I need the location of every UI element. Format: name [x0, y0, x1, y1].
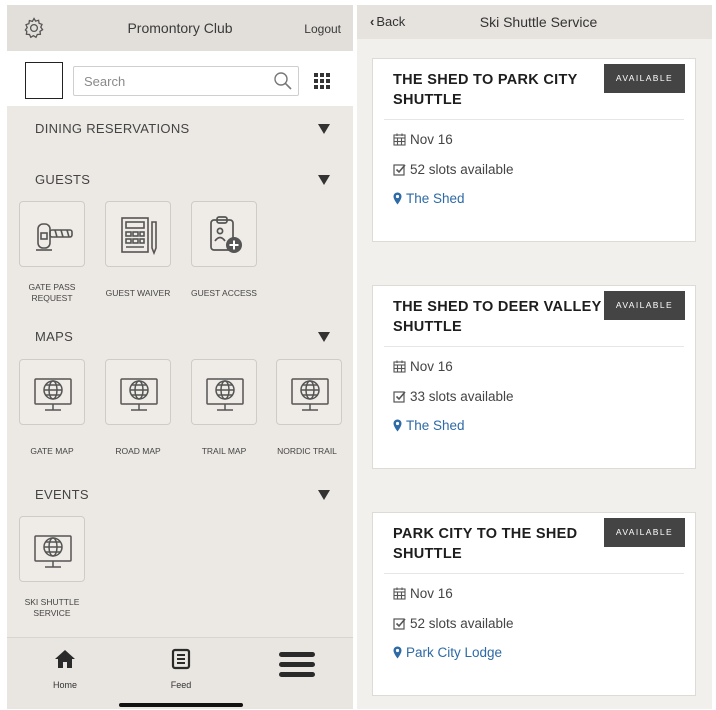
tab-feed[interactable]: Feed: [151, 646, 211, 694]
section-dining-reservations[interactable]: DINING RESERVATIONS: [7, 117, 353, 141]
section-events[interactable]: EVENTS: [7, 483, 353, 507]
map-marker-icon: [393, 192, 402, 205]
slots-text: 52 slots available: [410, 616, 514, 631]
map-marker-icon: [393, 419, 402, 432]
tile-label: GATE MAP: [30, 446, 74, 456]
section-label: DINING RESERVATIONS: [35, 121, 190, 136]
shuttle-card[interactable]: THE SHED TO PARK CITY SHUTTLE AVAILABLE …: [372, 58, 696, 242]
slots-row: 33 slots available: [393, 389, 514, 405]
club-home-screen: Promontory Club Logout DINING RESERVATIO…: [7, 5, 353, 709]
grid-menu-icon[interactable]: [314, 73, 330, 89]
nordic-trail-tile[interactable]: [276, 359, 342, 425]
ski-shuttle-screen: ‹ Back Ski Shuttle Service THE SHED TO PA…: [357, 5, 712, 709]
search-bar: [7, 51, 353, 106]
tab-label: Feed: [170, 680, 192, 690]
trail-map-tile[interactable]: [191, 359, 257, 425]
status-badge: AVAILABLE: [604, 518, 685, 547]
globe-monitor-icon: [34, 378, 72, 411]
location-link[interactable]: Park City Lodge: [393, 645, 502, 661]
divider: [384, 573, 684, 574]
top-header: ‹ Back Ski Shuttle Service: [357, 5, 712, 39]
slots-row: 52 slots available: [393, 616, 514, 632]
shuttle-title: THE SHED TO PARK CITY SHUTTLE: [393, 72, 578, 108]
calendar-icon: [393, 587, 406, 600]
tile-label: TRAIL MAP: [201, 446, 247, 456]
avatar[interactable]: [25, 62, 63, 99]
guest-access-tile[interactable]: [191, 201, 257, 267]
gate-barrier-icon: [36, 223, 73, 251]
location-link[interactable]: The Shed: [393, 191, 465, 207]
section-maps[interactable]: MAPS: [7, 325, 353, 349]
status-badge: AVAILABLE: [604, 291, 685, 320]
shuttle-card[interactable]: PARK CITY TO THE SHED SHUTTLE AVAILABLE …: [372, 512, 696, 696]
shuttle-title: PARK CITY TO THE SHED SHUTTLE: [393, 526, 578, 562]
tile-label: NORDIC TRAIL: [277, 446, 337, 456]
tab-label: Home: [52, 680, 77, 690]
guest-waiver-tile[interactable]: [105, 201, 171, 267]
divider: [384, 346, 684, 347]
divider: [384, 119, 684, 120]
section-label: MAPS: [35, 329, 74, 344]
chevron-down-icon[interactable]: [318, 175, 330, 185]
calendar-icon: [393, 133, 406, 146]
tab-home[interactable]: Home: [35, 646, 95, 694]
date-row: Nov 16: [393, 586, 453, 602]
status-badge: AVAILABLE: [604, 64, 685, 93]
ski-shuttle-service-tile[interactable]: [19, 516, 85, 582]
home-indicator: [119, 703, 243, 707]
section-label: EVENTS: [35, 487, 89, 502]
logout-button[interactable]: Logout: [304, 22, 341, 36]
slots-text: 52 slots available: [410, 162, 514, 177]
hamburger-menu-icon[interactable]: [279, 652, 315, 678]
shuttle-title: THE SHED TO DEER VALLEY SHUTTLE: [393, 299, 602, 335]
map-marker-icon: [393, 646, 402, 659]
location-text: The Shed: [406, 191, 465, 206]
slots-text: 33 slots available: [410, 389, 514, 404]
chevron-down-icon[interactable]: [318, 490, 330, 500]
date-row: Nov 16: [393, 359, 453, 375]
checkbox-icon: [393, 391, 406, 403]
page-title: Promontory Club: [127, 20, 233, 36]
date-text: Nov 16: [410, 132, 453, 147]
bottom-tab-bar: Home Feed: [7, 637, 353, 709]
location-text: The Shed: [406, 418, 465, 433]
form-document-icon: [121, 217, 157, 256]
top-header: Promontory Club Logout: [7, 5, 353, 51]
chevron-down-icon[interactable]: [318, 124, 330, 134]
search-input[interactable]: [73, 66, 299, 96]
gate-pass-request-tile[interactable]: [19, 201, 85, 267]
shuttle-card[interactable]: THE SHED TO DEER VALLEY SHUTTLE AVAILABL…: [372, 285, 696, 469]
search-icon[interactable]: [273, 71, 293, 91]
clipboard-add-icon: [210, 216, 242, 253]
tile-label: ROAD MAP: [115, 446, 161, 456]
section-guests[interactable]: GUESTS: [7, 168, 353, 192]
date-row: Nov 16: [393, 132, 453, 148]
home-icon: [55, 650, 75, 668]
chevron-down-icon[interactable]: [318, 332, 330, 342]
feed-icon: [171, 648, 191, 670]
tile-label: GUEST ACCESS: [191, 288, 257, 298]
calendar-icon: [393, 360, 406, 373]
tile-label: SKI SHUTTLE SERVICE: [24, 597, 80, 618]
globe-monitor-icon: [34, 535, 72, 568]
road-map-tile[interactable]: [105, 359, 171, 425]
location-link[interactable]: The Shed: [393, 418, 465, 434]
date-text: Nov 16: [410, 586, 453, 601]
date-text: Nov 16: [410, 359, 453, 374]
globe-monitor-icon: [291, 378, 329, 411]
globe-monitor-icon: [120, 378, 158, 411]
slots-row: 52 slots available: [393, 162, 514, 178]
location-text: Park City Lodge: [406, 645, 503, 660]
globe-monitor-icon: [206, 378, 244, 411]
tile-label: GUEST WAIVER: [105, 288, 171, 298]
checkbox-icon: [393, 164, 406, 176]
checkbox-icon: [393, 618, 406, 630]
page-title: Ski Shuttle Service: [479, 14, 598, 30]
section-label: GUESTS: [35, 172, 91, 187]
gate-map-tile[interactable]: [19, 359, 85, 425]
tile-label: GATE PASS REQUEST: [28, 282, 76, 303]
